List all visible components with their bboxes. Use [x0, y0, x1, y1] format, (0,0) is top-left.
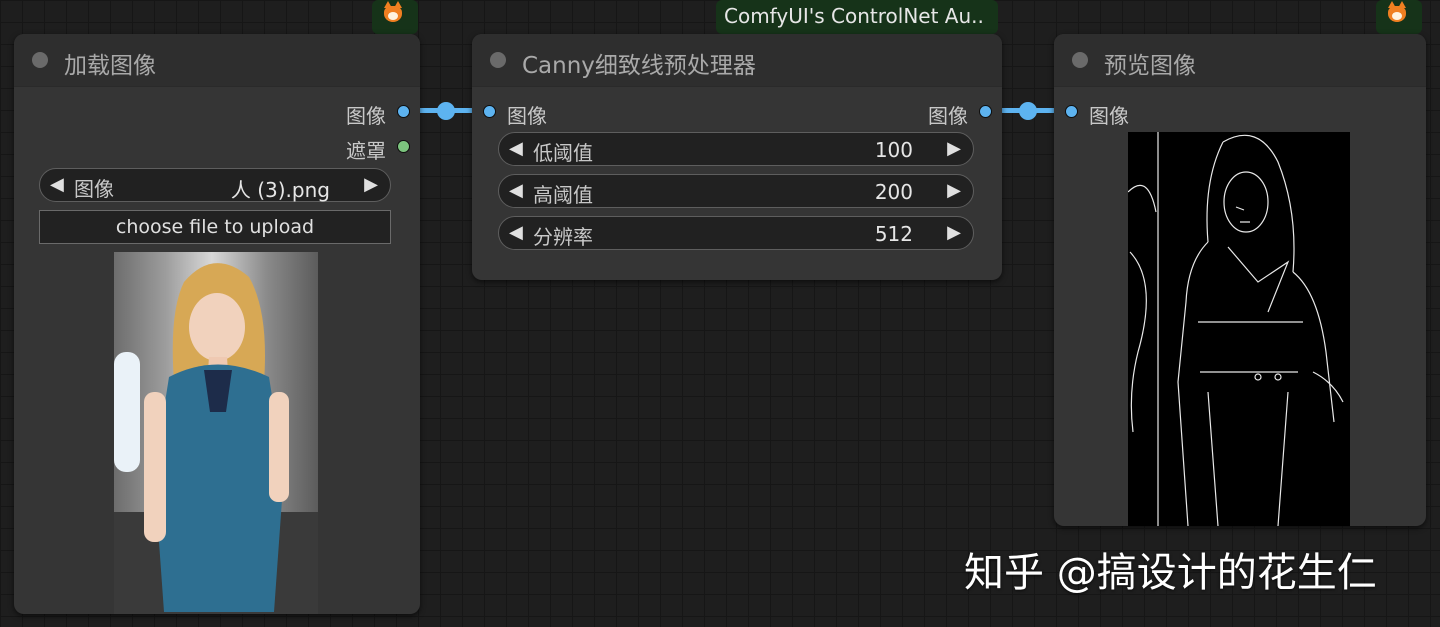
- node-header[interactable]: Canny细致线预处理器: [472, 34, 1002, 87]
- high-threshold-widget[interactable]: ◀ 高阈值 200 ▶: [498, 174, 974, 208]
- widget-label: 图像: [74, 177, 114, 201]
- fox-icon: [384, 1, 402, 22]
- arrow-right-icon[interactable]: ▶: [947, 180, 961, 201]
- image-select-widget[interactable]: ◀ 图像 人 (3).png ▶: [39, 168, 391, 202]
- output-mask-slot[interactable]: [397, 140, 410, 153]
- output-image-slot[interactable]: [397, 105, 410, 118]
- arrow-left-icon[interactable]: ◀: [509, 180, 523, 201]
- arrow-left-icon[interactable]: ◀: [509, 138, 523, 159]
- edge-lines-image: [1128, 132, 1344, 526]
- collapse-dot-icon[interactable]: [32, 52, 48, 68]
- node-load-image[interactable]: 加载图像 图像 遮罩 ◀ 图像 人 (3).png ▶ choose file …: [14, 34, 420, 614]
- widget-value: 512: [874, 222, 913, 246]
- link-canny-to-preview-knob[interactable]: [1019, 102, 1037, 120]
- person-image: [114, 263, 318, 614]
- input-image-slot[interactable]: [1065, 105, 1078, 118]
- output-image-slot[interactable]: [979, 105, 992, 118]
- upload-button-label: choose file to upload: [115, 216, 315, 238]
- input-image-label: 图像: [1089, 104, 1129, 128]
- widget-value: 人 (3).png: [230, 178, 330, 202]
- output-mask-label: 遮罩: [346, 139, 386, 163]
- node-badge-preview: [1376, 0, 1422, 34]
- node-canny[interactable]: Canny细致线预处理器 图像 图像 ◀ 低阈值 100 ▶ ◀ 高阈值 200…: [472, 34, 1002, 280]
- node-badge-canny: ComfyUI's ControlNet Au..: [716, 0, 998, 34]
- widget-label: 高阈值: [533, 183, 593, 207]
- arrow-left-icon[interactable]: ◀: [50, 174, 64, 195]
- output-image-label: 图像: [346, 104, 386, 128]
- widget-label: 分辨率: [533, 225, 593, 249]
- low-threshold-widget[interactable]: ◀ 低阈值 100 ▶: [498, 132, 974, 166]
- node-title: Canny细致线预处理器: [522, 53, 756, 79]
- fox-icon: [1388, 1, 1406, 22]
- collapse-dot-icon[interactable]: [1072, 52, 1088, 68]
- node-header[interactable]: 预览图像: [1054, 34, 1426, 87]
- node-title: 加载图像: [64, 53, 156, 79]
- widget-value: 200: [874, 180, 913, 204]
- node-badge-load: [372, 0, 418, 34]
- arrow-right-icon[interactable]: ▶: [364, 174, 378, 195]
- widget-label: 低阈值: [533, 141, 593, 165]
- resolution-widget[interactable]: ◀ 分辨率 512 ▶: [498, 216, 974, 250]
- collapse-dot-icon[interactable]: [490, 52, 506, 68]
- watermark: 知乎 @搞设计的花生仁: [964, 550, 1377, 596]
- arrow-right-icon[interactable]: ▶: [947, 138, 961, 159]
- canny-preview-image: [1128, 132, 1350, 526]
- widget-value: 100: [874, 138, 913, 162]
- badge-label: ComfyUI's ControlNet Au..: [724, 4, 984, 28]
- input-image-label: 图像: [507, 104, 547, 128]
- upload-button[interactable]: choose file to upload: [39, 210, 391, 244]
- node-header[interactable]: 加载图像: [14, 34, 420, 87]
- input-image-slot[interactable]: [483, 105, 496, 118]
- output-image-label: 图像: [928, 104, 968, 128]
- link-load-to-canny-knob[interactable]: [437, 102, 455, 120]
- arrow-left-icon[interactable]: ◀: [509, 222, 523, 243]
- node-title: 预览图像: [1104, 53, 1196, 79]
- loaded-image-preview: [114, 252, 318, 614]
- arrow-right-icon[interactable]: ▶: [947, 222, 961, 243]
- node-preview[interactable]: 预览图像 图像: [1054, 34, 1426, 526]
